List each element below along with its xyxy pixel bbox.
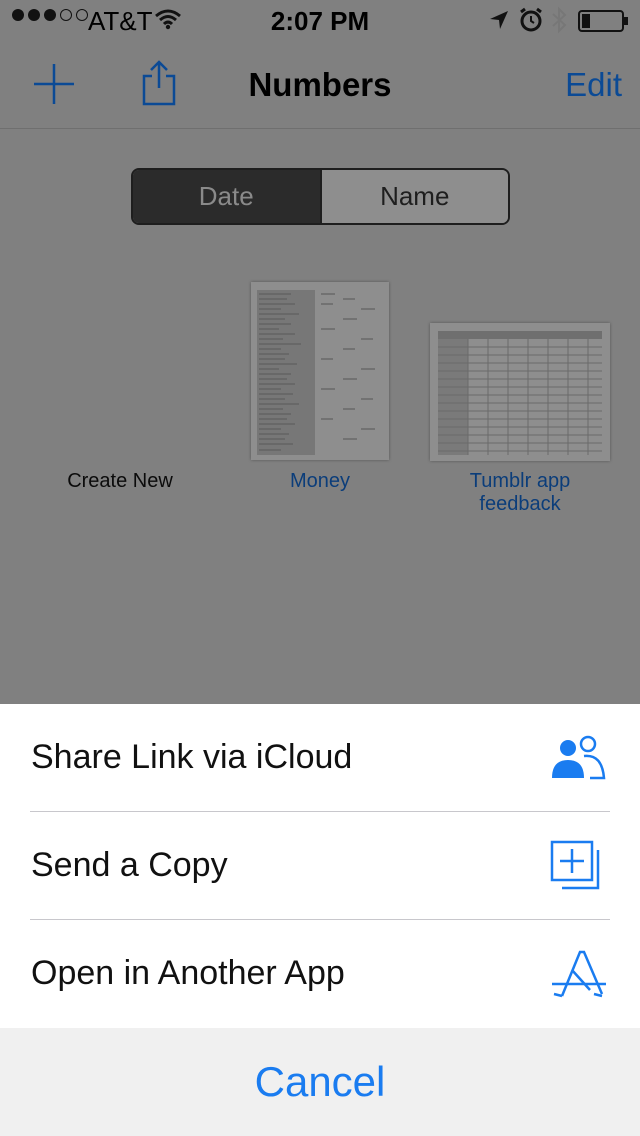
send-a-copy-option[interactable]: Send a Copy xyxy=(0,812,640,920)
status-bar: AT&T 2:07 PM xyxy=(0,0,640,40)
location-arrow-icon xyxy=(490,11,508,29)
option-label: Open in Another App xyxy=(31,954,345,992)
status-time: 2:07 PM xyxy=(270,6,370,36)
navigation-bar: Numbers Edit xyxy=(0,40,640,129)
edit-button[interactable]: Edit xyxy=(565,66,622,104)
tumblr-feedback-document-title[interactable]: Tumblr app feedback xyxy=(430,470,610,516)
cancel-area: Cancel xyxy=(0,1028,640,1136)
share-action-sheet: Share Link via iCloud Send a Copy Open i… xyxy=(0,704,640,1028)
bluetooth-icon xyxy=(552,6,567,34)
money-document-title[interactable]: Money xyxy=(240,470,400,493)
money-spreadsheet-thumbnail[interactable] xyxy=(251,282,389,460)
cancel-button[interactable]: Cancel xyxy=(0,1058,640,1106)
option-label: Send a Copy xyxy=(31,846,228,884)
page-title: Numbers xyxy=(248,66,392,103)
alarm-icon xyxy=(520,7,542,32)
copy-icon xyxy=(550,840,600,890)
sort-segmented-control: Date Name xyxy=(131,168,510,225)
sort-by-name-segment[interactable]: Name xyxy=(319,170,508,223)
people-icon xyxy=(552,735,606,780)
share-link-via-icloud-option[interactable]: Share Link via iCloud xyxy=(0,704,640,812)
tumblr-feedback-spreadsheet-thumbnail[interactable] xyxy=(430,323,610,461)
option-label: Share Link via iCloud xyxy=(31,738,353,776)
battery-icon xyxy=(578,10,628,32)
create-new-document[interactable]: Create New xyxy=(40,470,200,493)
sort-by-date-segment[interactable]: Date xyxy=(133,170,320,223)
app-store-icon xyxy=(552,950,606,998)
open-in-another-app-option[interactable]: Open in Another App xyxy=(0,920,640,1028)
